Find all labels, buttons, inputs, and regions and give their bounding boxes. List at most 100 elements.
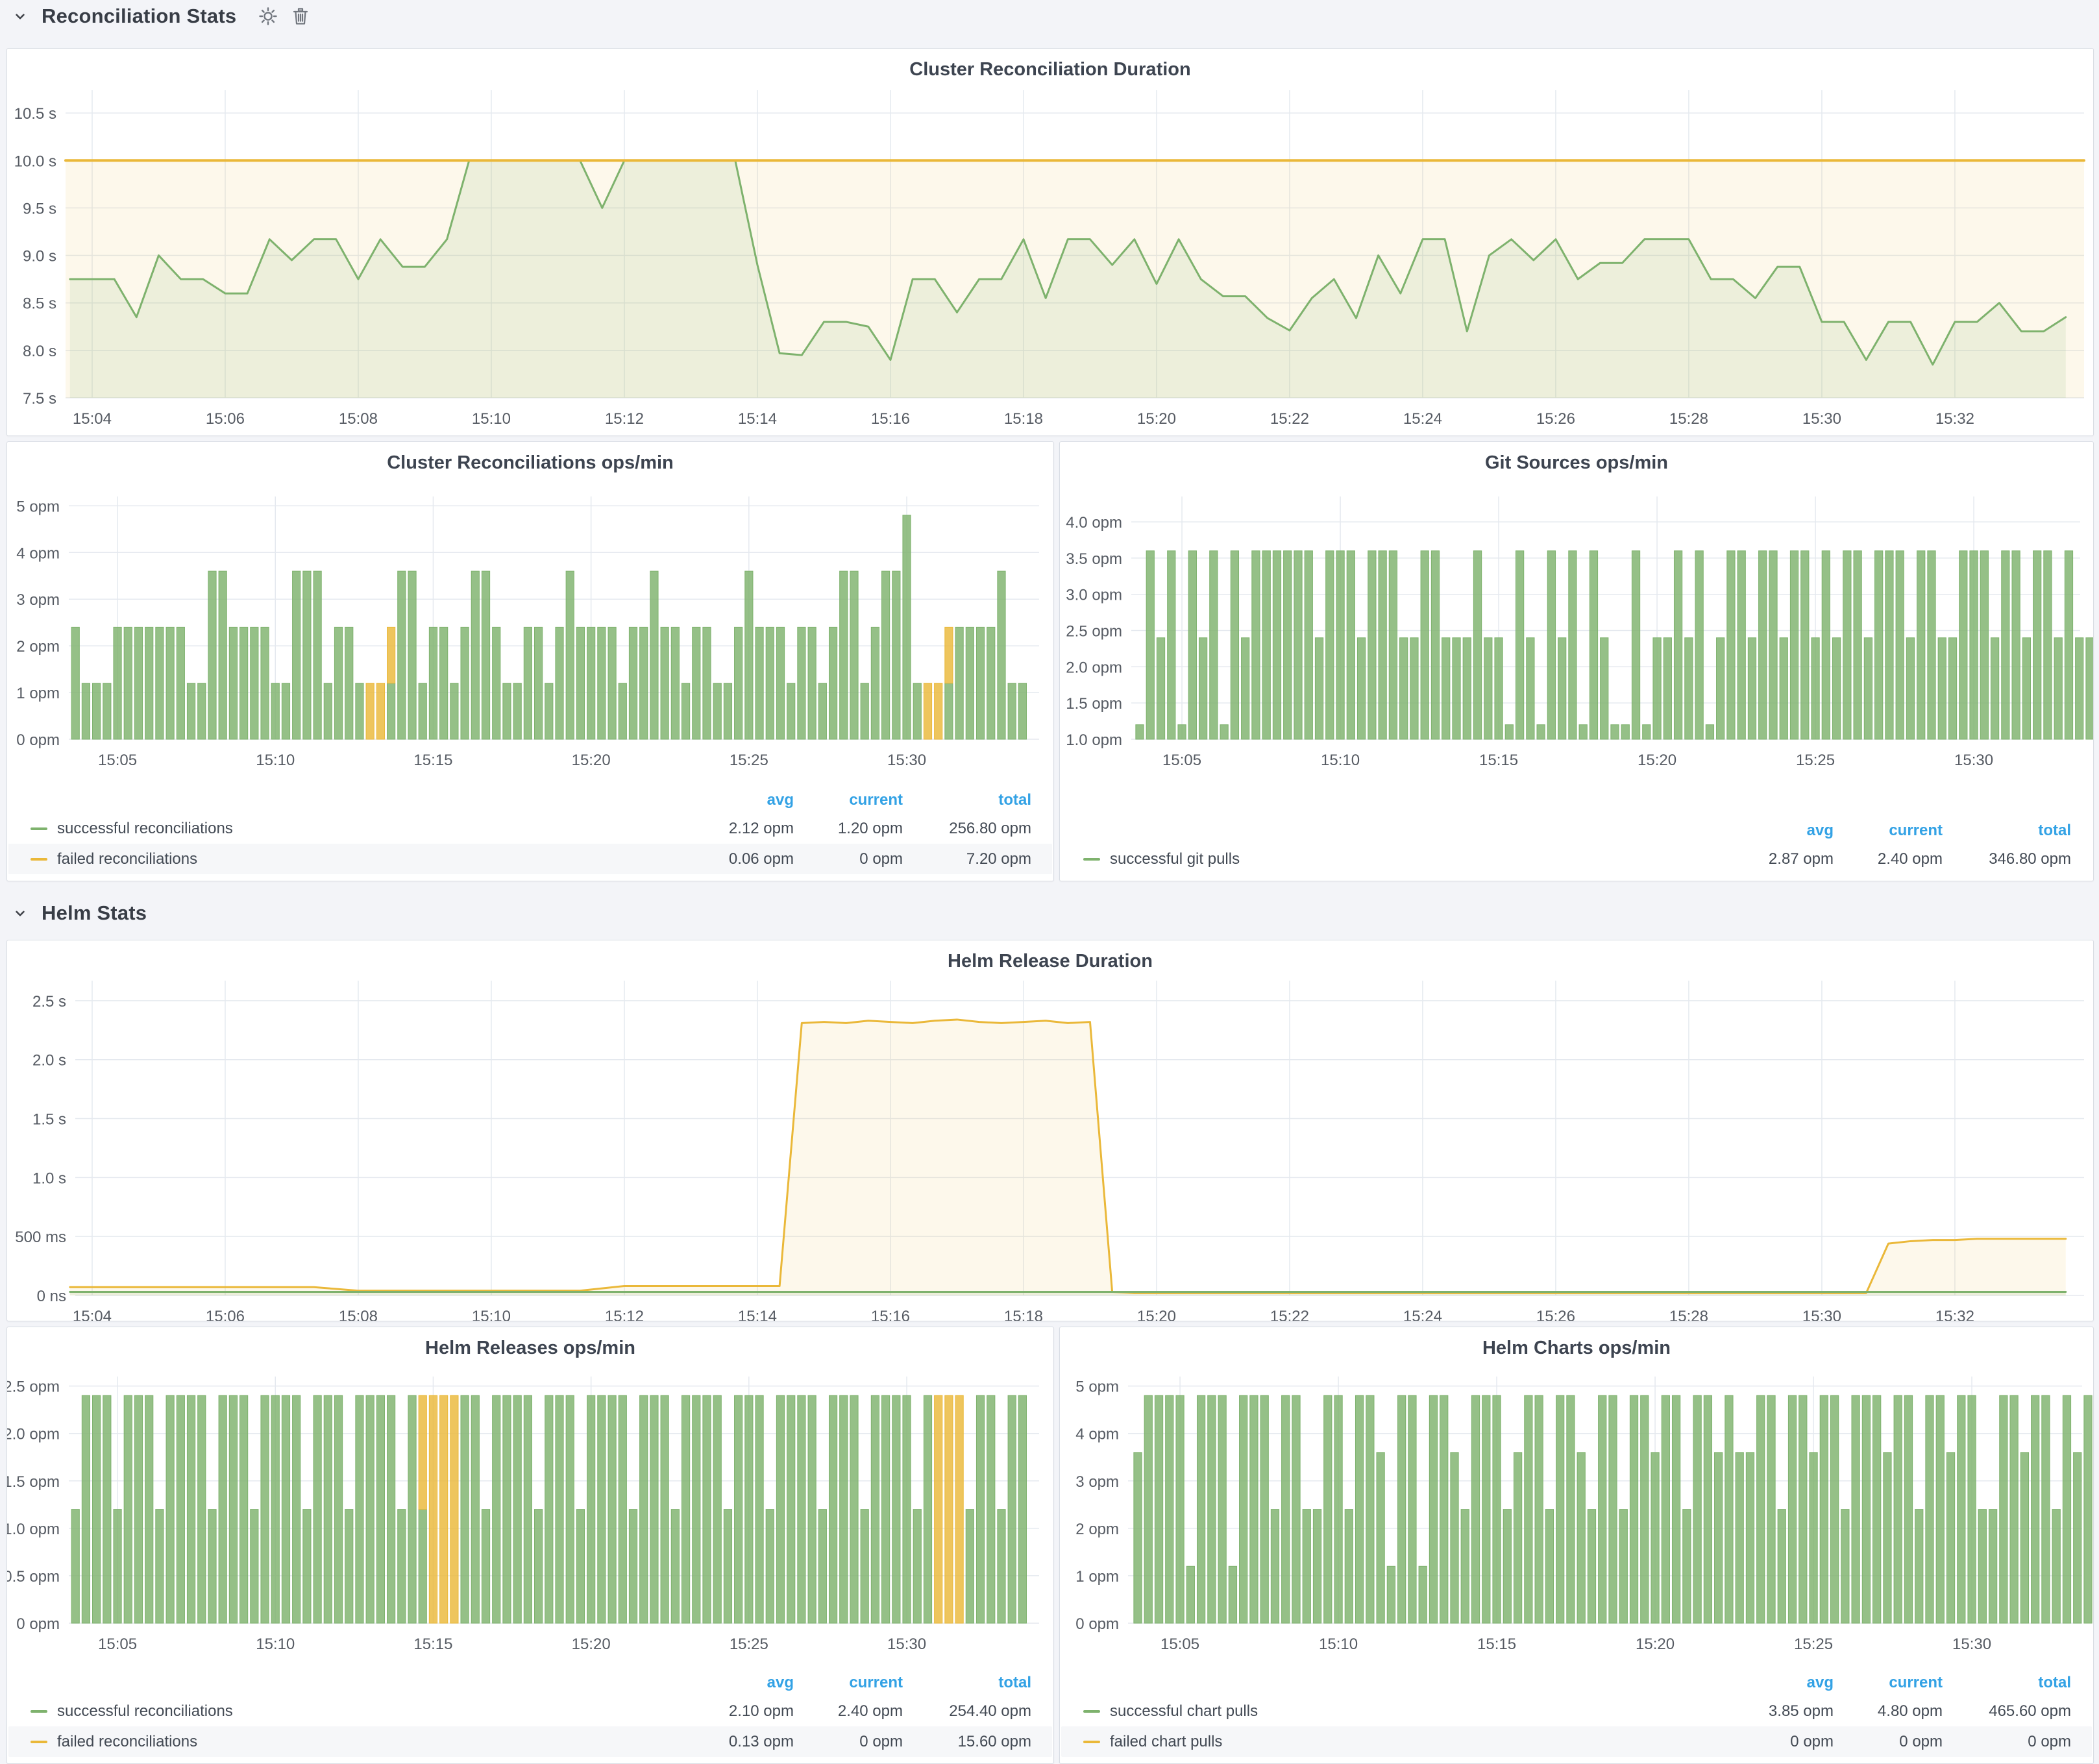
legend-series-label[interactable]: successful reconciliations — [57, 1702, 233, 1721]
trash-icon — [291, 6, 310, 26]
row-settings-button[interactable] — [258, 6, 278, 26]
legend-series-toggle[interactable]: successful chart pulls — [1083, 1702, 1725, 1721]
x-tick-label: 15:25 — [730, 752, 768, 769]
legend-series-toggle[interactable]: failed reconciliations — [31, 1733, 685, 1751]
row-delete-button[interactable] — [291, 6, 310, 26]
x-tick-label: 15:15 — [413, 1635, 452, 1653]
helm-release-duration-chart[interactable]: 15:0415:0615:0815:1015:1215:1415:1615:18… — [7, 940, 2093, 1321]
panel-legend: avgcurrenttotal successful git pulls2.87 … — [1061, 818, 2092, 874]
legend-total-value: 346.80 opm — [1943, 850, 2071, 868]
legend-sort-current[interactable]: current — [1834, 822, 1943, 840]
legend-row: successful git pulls2.87 opm2.40 opm346.… — [1061, 844, 2092, 874]
series-color-dash — [31, 1710, 47, 1713]
legend-current-value: 2.40 opm — [794, 1702, 903, 1721]
cluster-reconciliation-duration-chart[interactable]: 15:0415:0615:0815:1015:1215:1415:1615:18… — [7, 49, 2093, 435]
x-tick-label: 15:30 — [887, 752, 926, 769]
legend-series-toggle[interactable]: successful git pulls — [1083, 850, 1725, 868]
y-tick-label: 0 opm — [16, 731, 60, 749]
y-tick-label: 1.5 opm — [7, 1473, 60, 1491]
x-tick-label: 15:10 — [1319, 1635, 1358, 1653]
legend-avg-value: 2.12 opm — [685, 820, 794, 838]
panel-title[interactable]: Helm Releases ops/min — [7, 1327, 1053, 1359]
panel-title[interactable]: Helm Charts ops/min — [1060, 1327, 2093, 1359]
legend-total-value: 15.60 opm — [903, 1733, 1031, 1751]
legend-total-value: 256.80 opm — [903, 820, 1031, 838]
legend-series-toggle[interactable]: successful reconciliations — [31, 1702, 685, 1721]
legend-header-row: avgcurrenttotal — [1061, 1670, 2092, 1696]
legend-sort-current[interactable]: current — [794, 791, 903, 809]
x-tick-label: 15:30 — [887, 1635, 926, 1653]
legend-series-label[interactable]: successful reconciliations — [57, 820, 233, 838]
x-tick-label: 15:26 — [1536, 1308, 1575, 1321]
y-tick-label: 0 ns — [37, 1288, 66, 1305]
x-tick-label: 15:22 — [1270, 1308, 1309, 1321]
x-tick-label: 15:30 — [1952, 1635, 1991, 1653]
legend-sort-current[interactable]: current — [1834, 1674, 1943, 1692]
y-tick-label: 1 opm — [1075, 1568, 1119, 1586]
legend-series-label[interactable]: failed reconciliations — [57, 850, 197, 868]
legend-row: failed reconciliations0.06 opm0 opm7.20 … — [8, 844, 1052, 874]
legend-series-label[interactable]: failed reconciliations — [57, 1733, 197, 1751]
y-tick-label: 2 opm — [1075, 1521, 1119, 1538]
x-tick-label: 15:14 — [738, 1308, 777, 1321]
git-sources-ops-chart[interactable]: 15:0515:1015:1515:2015:2515:301.0 opm1.5… — [1060, 442, 2093, 881]
legend-total-value: 0 opm — [1943, 1733, 2071, 1751]
x-tick-label: 15:06 — [206, 1308, 245, 1321]
legend-series-toggle[interactable]: failed chart pulls — [1083, 1733, 1725, 1751]
x-tick-label: 15:06 — [206, 410, 245, 428]
legend-sort-avg[interactable]: avg — [685, 1674, 794, 1692]
gear-icon — [258, 6, 278, 26]
legend-avg-value: 0 opm — [1725, 1733, 1834, 1751]
panel-legend: avgcurrenttotalsuccessful chart pulls3.8… — [1061, 1670, 2092, 1757]
y-tick-label: 9.0 s — [23, 248, 56, 265]
panel-title[interactable]: Cluster Reconciliations ops/min — [7, 442, 1053, 474]
y-tick-label: 2.5 s — [32, 993, 66, 1011]
legend-series-toggle[interactable]: failed reconciliations — [31, 850, 685, 868]
x-tick-label: 15:10 — [472, 410, 511, 428]
panel-cluster-reconciliations-ops: Cluster Reconciliations ops/min 15:0515:… — [6, 441, 1054, 881]
legend-avg-value: 0.13 opm — [685, 1733, 794, 1751]
panel-title[interactable]: Cluster Reconciliation Duration — [7, 49, 2093, 80]
chevron-down-icon — [12, 8, 29, 25]
x-tick-label: 15:30 — [1954, 752, 1993, 769]
legend-sort-avg[interactable]: avg — [1725, 822, 1834, 840]
legend-current-value: 2.40 opm — [1834, 850, 1943, 868]
legend-sort-total[interactable]: total — [1943, 1674, 2071, 1692]
panel-title[interactable]: Git Sources ops/min — [1060, 442, 2093, 474]
legend-sort-total[interactable]: total — [1943, 822, 2071, 840]
legend-series-label[interactable]: successful git pulls — [1110, 850, 1240, 868]
x-tick-label: 15:15 — [1477, 1635, 1516, 1653]
legend-sort-total[interactable]: total — [903, 1674, 1031, 1692]
x-tick-label: 15:18 — [1004, 1308, 1043, 1321]
legend-sort-avg[interactable]: avg — [685, 791, 794, 809]
legend-current-value: 0 opm — [1834, 1733, 1943, 1751]
panel-title[interactable]: Helm Release Duration — [7, 940, 2093, 972]
panel-legend: avgcurrenttotal successful reconciliation… — [8, 787, 1052, 874]
legend-sort-current[interactable]: current — [794, 1674, 903, 1692]
x-tick-label: 15:20 — [1638, 752, 1676, 769]
legend-row: successful reconciliations2.12 opm1.20 o… — [8, 813, 1052, 844]
legend-sort-total[interactable]: total — [903, 791, 1031, 809]
row-header-reconciliation-stats[interactable]: Reconciliation Stats — [12, 1, 310, 31]
y-tick-label: 1.0 opm — [1066, 731, 1122, 749]
legend-series-label[interactable]: failed chart pulls — [1110, 1733, 1222, 1751]
y-tick-label: 0.5 opm — [7, 1568, 60, 1586]
legend-sort-avg[interactable]: avg — [1725, 1674, 1834, 1692]
row-header-helm-stats[interactable]: Helm Stats — [12, 898, 147, 928]
y-tick-label: 1.0 opm — [7, 1521, 60, 1538]
y-tick-label: 8.5 s — [23, 295, 56, 313]
row-title[interactable]: Reconciliation Stats — [42, 5, 236, 28]
y-tick-label: 5 opm — [1075, 1378, 1119, 1396]
chevron-down-icon — [12, 905, 29, 922]
row-title[interactable]: Helm Stats — [42, 901, 147, 925]
x-tick-label: 15:08 — [339, 410, 378, 428]
y-tick-label: 9.5 s — [23, 200, 56, 217]
panel-helm-release-duration: Helm Release Duration 15:0415:0615:0815:… — [6, 940, 2094, 1321]
legend-header-row: avgcurrenttotal — [8, 1670, 1052, 1696]
y-tick-label: 2.0 opm — [1066, 659, 1122, 676]
legend-series-toggle[interactable]: successful reconciliations — [31, 820, 685, 838]
series-color-dash — [31, 858, 47, 861]
x-tick-label: 15:10 — [472, 1308, 511, 1321]
legend-series-label[interactable]: successful chart pulls — [1110, 1702, 1258, 1721]
y-tick-label: 1.0 s — [32, 1170, 66, 1187]
